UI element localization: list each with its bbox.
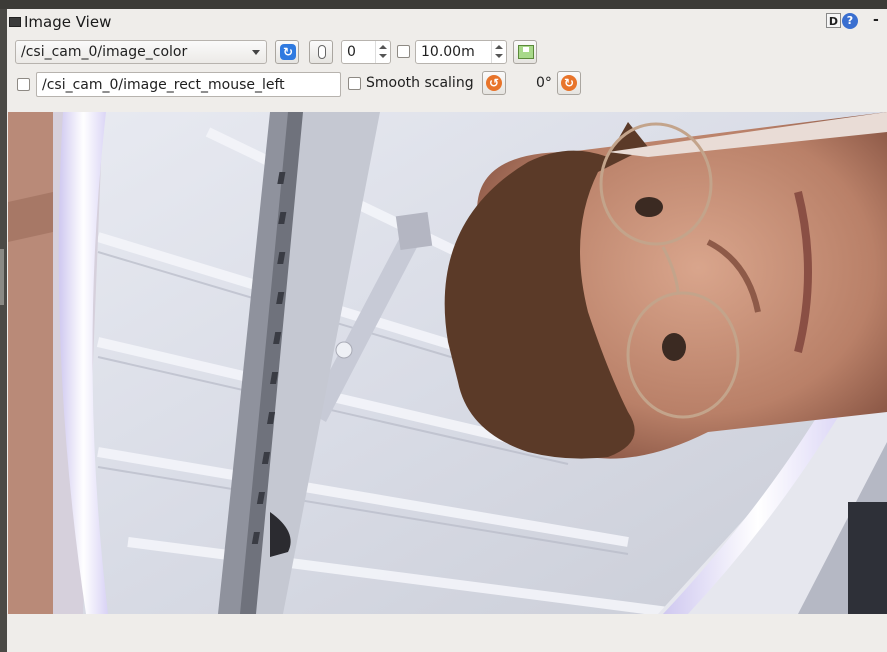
window-icon [9,17,21,27]
d-button[interactable]: D [826,13,841,28]
dynamic-range-checkbox[interactable] [397,45,410,58]
help-icon[interactable]: ? [842,13,858,29]
save-image-button[interactable] [513,40,537,64]
max-range-spinbox[interactable]: 10.00m [415,40,507,64]
spinbox-arrows[interactable] [375,41,390,63]
chevron-up-icon [495,45,503,49]
left-desktop-edge [0,9,7,652]
chevron-down-icon [495,54,503,58]
mouse-topic-input[interactable]: /csi_cam_0/image_rect_mouse_left [36,72,341,97]
smooth-scaling-label: Smooth scaling [366,75,474,91]
mouse-publish-button[interactable] [309,40,333,64]
edge-handle [0,249,4,305]
max-range-value: 10.00m [421,44,475,60]
mouse-icon [318,45,326,59]
rotate-left-icon: ↺ [486,75,502,91]
value-spinbox-value: 0 [347,44,356,60]
rotate-left-button[interactable]: ↺ [482,71,506,95]
publish-mouse-checkbox[interactable] [17,78,30,91]
refresh-icon: ↻ [280,44,296,60]
chevron-down-icon [252,50,260,55]
camera-image [8,112,887,614]
rotation-label: 0° [536,75,552,91]
rotate-right-button[interactable]: ↻ [557,71,581,95]
save-icon [518,45,534,59]
chevron-up-icon [379,45,387,49]
window-title: Image View [24,13,112,31]
window-top-strip [0,0,887,9]
mouse-topic-value: /csi_cam_0/image_rect_mouse_left [42,77,285,93]
minimize-button[interactable]: - [873,12,879,28]
rotate-right-icon: ↻ [561,75,577,91]
topic-combobox[interactable]: /csi_cam_0/image_color [15,40,267,64]
topic-combobox-value: /csi_cam_0/image_color [21,44,188,60]
value-spinbox[interactable]: 0 [341,40,391,64]
refresh-button[interactable]: ↻ [275,40,299,64]
smooth-scaling-checkbox[interactable] [348,77,361,90]
spinbox-arrows[interactable] [491,41,506,63]
image-view-canvas[interactable] [8,112,887,614]
title-bar: Image View D ? - ‹ [7,9,887,35]
chevron-down-icon [379,54,387,58]
